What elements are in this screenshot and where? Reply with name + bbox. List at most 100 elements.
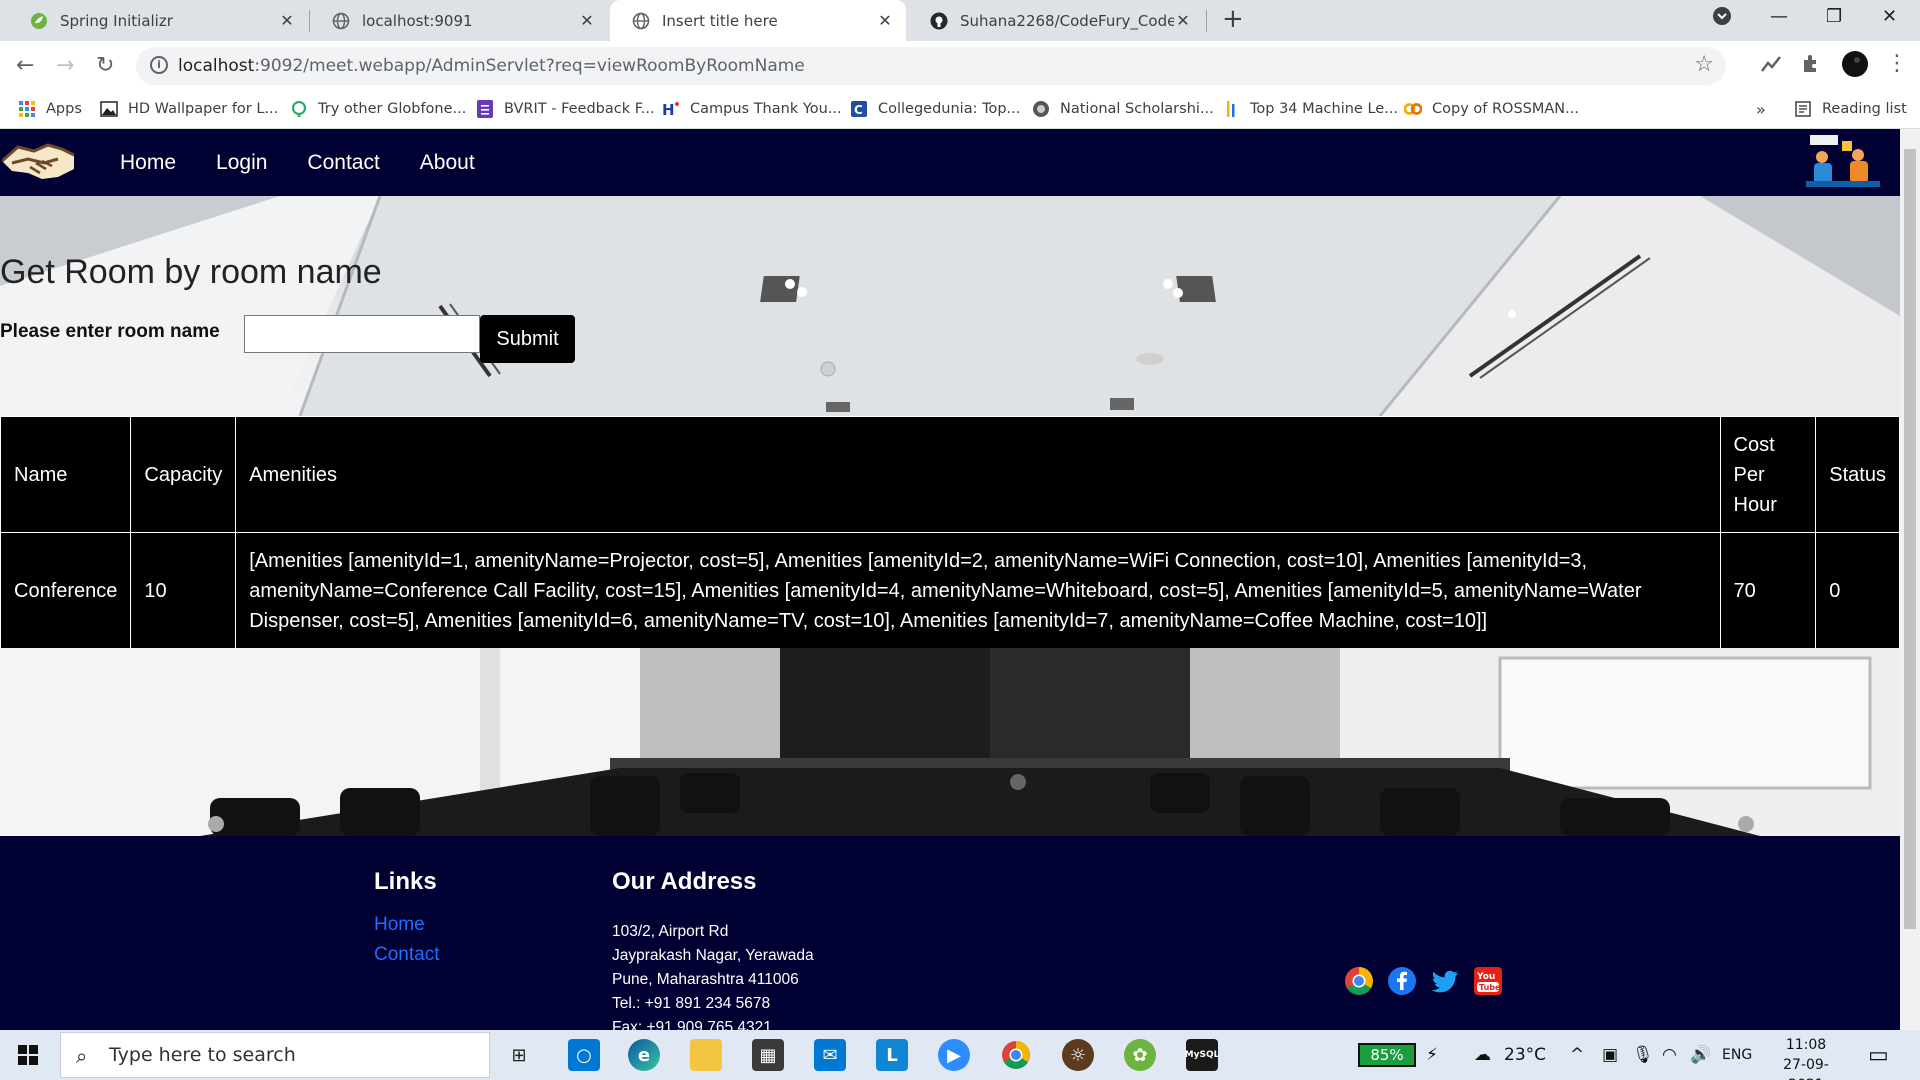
- nav-about-link[interactable]: About: [420, 151, 475, 175]
- column-header-amenities: Amenities: [235, 416, 1721, 533]
- tab-github[interactable]: Suhana2268/CodeFury_CodeWar ✕: [908, 0, 1204, 41]
- bookmark-label: HD Wallpaper for L...: [128, 101, 279, 117]
- nav-home-link[interactable]: Home: [120, 151, 176, 175]
- submit-button[interactable]: Submit: [480, 315, 575, 363]
- cell-cost-per-hour: 70: [1719, 532, 1817, 649]
- wifi-icon[interactable]: ◠: [1662, 1030, 1677, 1080]
- reload-icon[interactable]: ↻: [96, 53, 114, 78]
- bookmark-hd-wallpaper[interactable]: HD Wallpaper for L...: [100, 91, 278, 127]
- reading-list[interactable]: Reading list: [1794, 91, 1907, 127]
- campus-icon: H: [662, 100, 680, 118]
- ml-icon: [1222, 100, 1240, 118]
- menu-kebab-icon[interactable]: ⋮: [1886, 51, 1908, 76]
- language-indicator[interactable]: ENG: [1722, 1030, 1752, 1080]
- address-bar[interactable]: i localhost:9092/meet.webapp/AdminServle…: [136, 47, 1726, 85]
- forward-icon[interactable]: →: [56, 53, 74, 78]
- device-icon[interactable]: ▣: [1602, 1030, 1618, 1080]
- tab-localhost-9091[interactable]: localhost:9091 ✕: [310, 0, 608, 41]
- clock[interactable]: 11:08 27-09-2021: [1770, 1035, 1842, 1080]
- mysql-icon[interactable]: MySQL: [1185, 1039, 1219, 1071]
- tab-insert-title-here[interactable]: Insert title here ✕: [610, 0, 906, 41]
- chrome-icon[interactable]: [1344, 966, 1374, 996]
- bookmark-apps[interactable]: Apps: [18, 91, 82, 127]
- minimize-icon[interactable]: —: [1770, 6, 1788, 27]
- meeting-people-logo-icon: [1806, 135, 1880, 187]
- zoom-icon[interactable]: ▶: [938, 1039, 970, 1071]
- address-line: Fax: +91 909 765 4321: [612, 1019, 772, 1030]
- bookmark-machine-learning[interactable]: Top 34 Machine Le...: [1222, 91, 1398, 127]
- bookmark-national-scholarship[interactable]: National Scholarshi...: [1032, 91, 1214, 127]
- nav-links: Home Login Contact About: [120, 129, 475, 196]
- page-title: Get Room by room name: [0, 253, 382, 291]
- bookmark-star-icon[interactable]: ☆: [1694, 52, 1714, 77]
- l-app-icon[interactable]: L: [876, 1039, 908, 1071]
- battery-indicator[interactable]: 85%: [1358, 1043, 1416, 1067]
- scrollbar-thumb[interactable]: [1904, 149, 1916, 929]
- close-icon[interactable]: ✕: [876, 11, 894, 30]
- chevron-up-icon[interactable]: ^: [1570, 1030, 1584, 1080]
- windows-start-icon[interactable]: [18, 1045, 38, 1065]
- tab-search-icon[interactable]: [1712, 6, 1732, 31]
- taskbar-search-box[interactable]: ⌕ Type here to search: [60, 1032, 490, 1078]
- tab-spring-initializr[interactable]: Spring Initializr ✕: [8, 0, 308, 41]
- task-view-icon[interactable]: ⊞: [503, 1039, 535, 1071]
- image-icon: [100, 100, 118, 118]
- bookmarks-bar: Apps HD Wallpaper for L... Try other Glo…: [0, 91, 1920, 129]
- back-icon[interactable]: ←: [16, 53, 34, 78]
- table-header-row: Name Capacity Amenities Cost Per Hour St…: [0, 416, 1900, 533]
- page-scrollbar[interactable]: [1900, 129, 1920, 1030]
- profile-avatar[interactable]: [1842, 51, 1868, 83]
- weather-icon[interactable]: ☁: [1474, 1030, 1491, 1080]
- column-header-capacity: Capacity: [130, 416, 237, 533]
- tab-title: Suhana2268/CodeFury_CodeWar: [960, 11, 1174, 30]
- close-icon[interactable]: ✕: [578, 11, 596, 30]
- bookmark-campus[interactable]: H Campus Thank You...: [662, 91, 842, 127]
- notification-icon[interactable]: ▭: [1868, 1030, 1889, 1080]
- nav-contact-link[interactable]: Contact: [307, 151, 379, 175]
- file-explorer-icon[interactable]: [690, 1039, 722, 1071]
- cell-status: 0: [1815, 532, 1900, 649]
- footer-contact-link[interactable]: Contact: [374, 944, 439, 966]
- microphone-icon[interactable]: 🎙: [1632, 1030, 1654, 1080]
- facebook-icon[interactable]: [1387, 966, 1417, 996]
- temperature-text[interactable]: 23°C: [1504, 1030, 1546, 1080]
- mail-icon[interactable]: ✉: [814, 1039, 846, 1071]
- restore-icon[interactable]: ❐: [1826, 6, 1842, 27]
- cortana-icon[interactable]: ○: [568, 1039, 600, 1071]
- performance-icon[interactable]: [1760, 53, 1782, 81]
- ceiling-background-image: [0, 196, 1900, 416]
- meeting-room-image: [0, 648, 1900, 836]
- new-tab-button[interactable]: +: [1222, 4, 1244, 34]
- tab-title: Spring Initializr: [60, 11, 173, 30]
- bookmark-collegedunia[interactable]: C Collegedunia: Top...: [850, 91, 1020, 127]
- bookmark-label: Collegedunia: Top...: [878, 101, 1021, 117]
- spring-tool-suite-icon[interactable]: ✿: [1124, 1039, 1156, 1071]
- bookmark-globfone[interactable]: Try other Globfone...: [290, 91, 466, 127]
- footer-home-link[interactable]: Home: [374, 914, 425, 936]
- store-icon[interactable]: ▦: [752, 1039, 784, 1071]
- github-icon: [930, 12, 948, 30]
- chrome-taskbar-icon[interactable]: [1000, 1039, 1032, 1071]
- browser-tab-bar: Spring Initializr ✕ localhost:9091 ✕ Ins…: [0, 0, 1920, 41]
- edge-icon[interactable]: e: [628, 1039, 660, 1071]
- forms-icon: [476, 100, 494, 118]
- site-navbar: Home Login Contact About: [0, 129, 1900, 196]
- close-icon[interactable]: ✕: [1174, 11, 1192, 30]
- volume-icon[interactable]: 🔊: [1690, 1030, 1711, 1080]
- url-path: :9092/meet.webapp/AdminServlet?req=viewR…: [254, 56, 805, 76]
- windows-taskbar: ⌕ Type here to search ⊞ ○ e ▦ ✉ L ▶ ☼ ✿ …: [0, 1030, 1920, 1080]
- bookmark-rossman[interactable]: Copy of ROSSMAN...: [1404, 91, 1579, 127]
- info-icon[interactable]: i: [150, 56, 168, 74]
- room-name-input[interactable]: [244, 315, 480, 353]
- youtube-icon[interactable]: You Tube: [1473, 966, 1503, 996]
- bookmark-label: Campus Thank You...: [690, 101, 842, 117]
- svg-text:You: You: [1476, 972, 1495, 982]
- close-window-icon[interactable]: ✕: [1882, 6, 1897, 27]
- nav-login-link[interactable]: Login: [216, 151, 267, 175]
- extensions-icon[interactable]: [1800, 52, 1822, 80]
- twitter-icon[interactable]: [1430, 966, 1460, 996]
- game-app-icon[interactable]: ☼: [1062, 1039, 1094, 1071]
- bookmarks-overflow[interactable]: »: [1756, 91, 1766, 127]
- bookmark-bvrit[interactable]: BVRIT - Feedback F...: [476, 91, 655, 127]
- close-icon[interactable]: ✕: [278, 11, 296, 30]
